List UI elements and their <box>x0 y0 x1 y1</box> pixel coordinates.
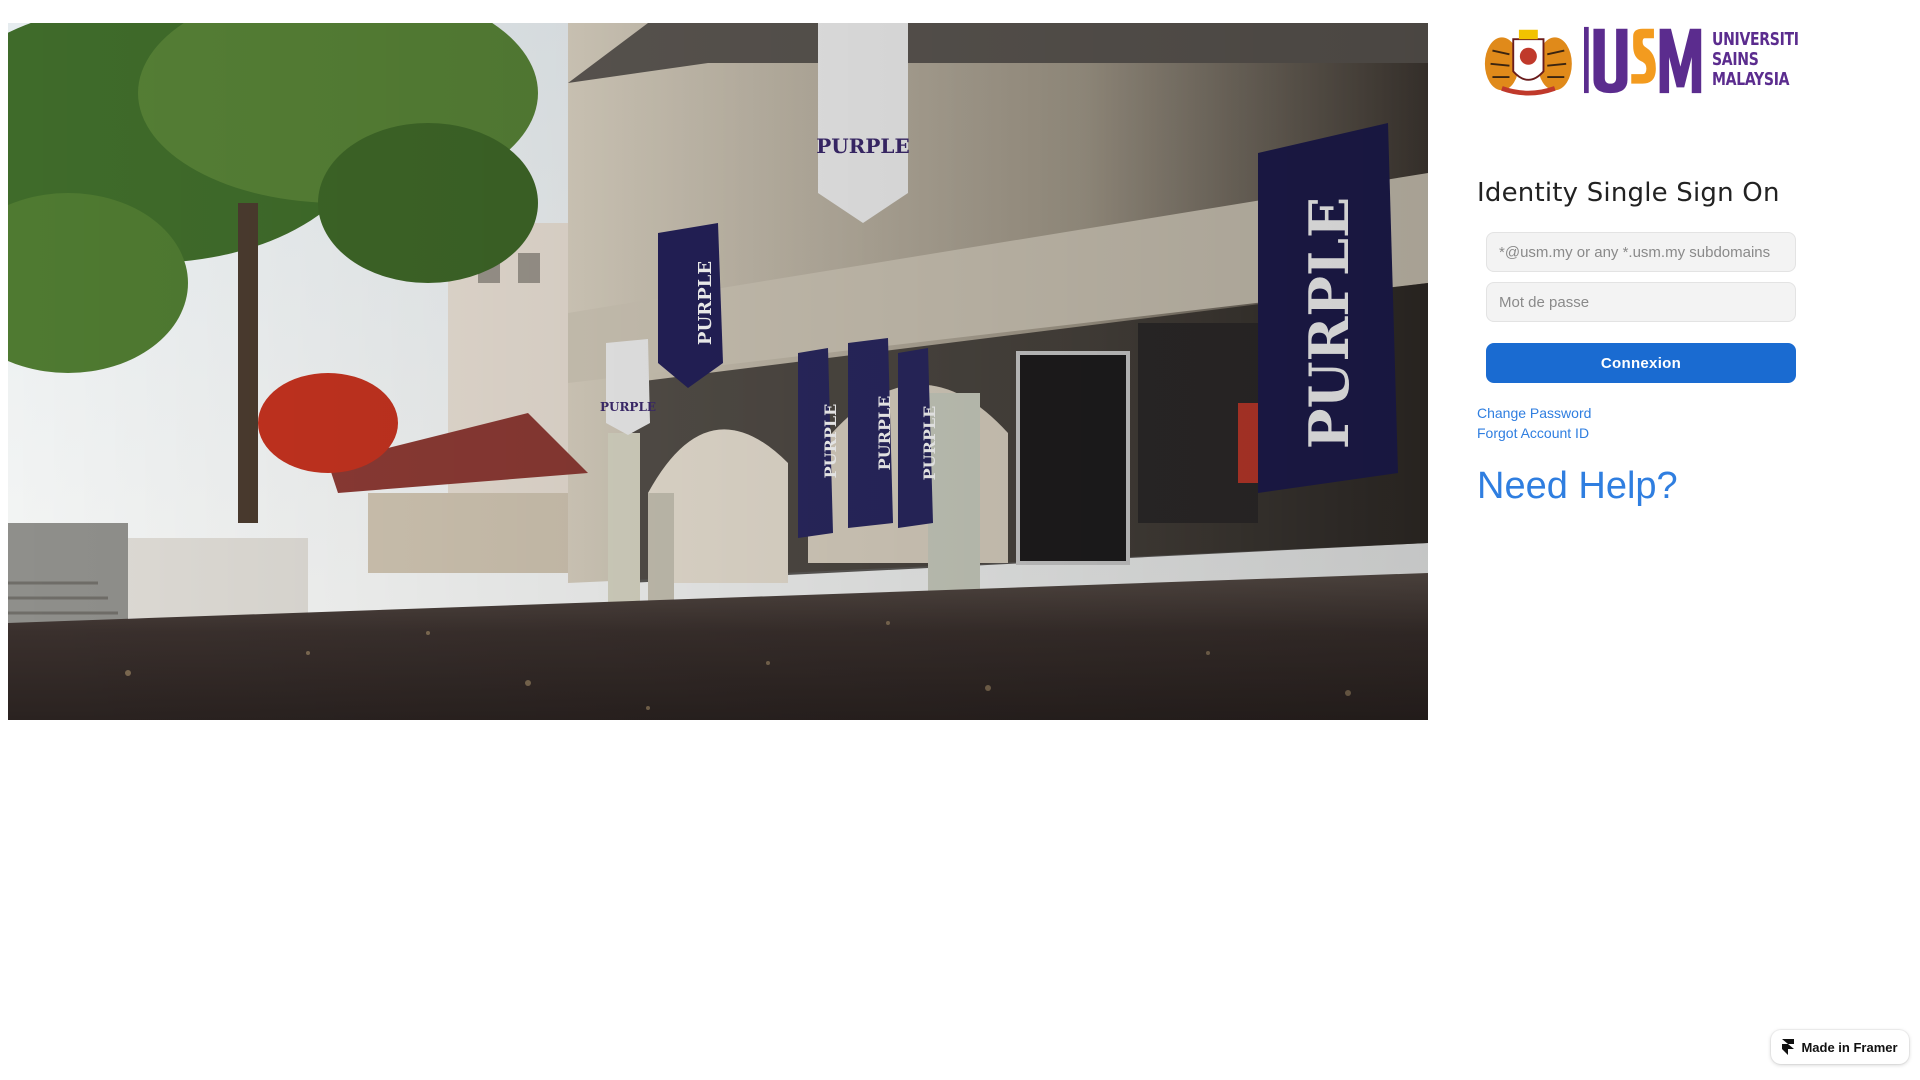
campus-photo: PURPLE PURPLE PURPLE PURPLE PURPLE PURPL… <box>8 23 1428 720</box>
made-in-framer-badge[interactable]: Made in Framer <box>1771 1030 1909 1064</box>
forgot-account-id-link[interactable]: Forgot Account ID <box>1477 425 1589 441</box>
password-input[interactable] <box>1486 282 1796 322</box>
logo-line: UNIVERSITI <box>1711 29 1799 50</box>
username-input[interactable] <box>1486 232 1796 272</box>
need-help-link[interactable]: Need Help? <box>1477 465 1678 508</box>
logo-line: MALAYSIA <box>1711 69 1790 90</box>
usm-mark-icon <box>1583 26 1701 94</box>
login-button[interactable]: Connexion <box>1486 343 1796 383</box>
login-panel: UNIVERSITI SAINS MALAYSIA Identity Singl… <box>1470 0 1830 1080</box>
badge-label: Made in Framer <box>1801 1039 1898 1055</box>
usm-crest-icon <box>1484 29 1572 96</box>
change-password-link[interactable]: Change Password <box>1477 405 1591 421</box>
framer-icon <box>1782 1039 1795 1055</box>
logo-line: SAINS <box>1711 49 1759 70</box>
usm-wordmark: UNIVERSITI SAINS MALAYSIA <box>1712 30 1799 90</box>
page-title: Identity Single Sign On <box>1477 178 1780 208</box>
usm-logo: UNIVERSITI SAINS MALAYSIA <box>1483 20 1823 100</box>
